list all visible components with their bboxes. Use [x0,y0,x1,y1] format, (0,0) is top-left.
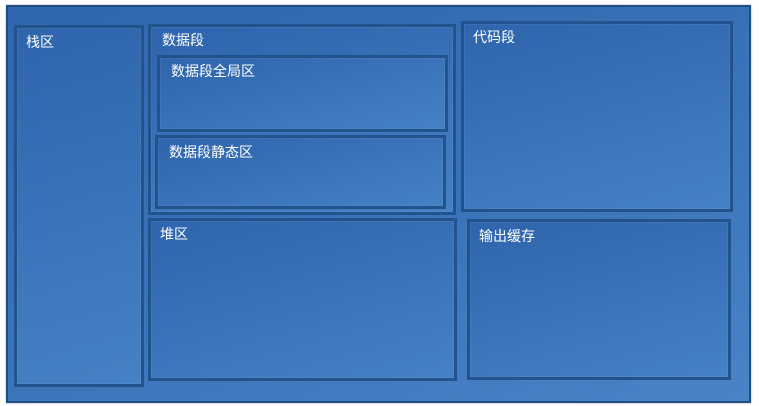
stack-region-label: 栈区 [26,35,54,51]
data-static-region: 数据段静态区 [155,135,446,209]
output-buffer-region: 输出缓存 [467,219,731,380]
heap-region: 堆区 [148,218,457,381]
data-static-label: 数据段静态区 [169,145,253,161]
code-segment-label: 代码段 [473,30,515,46]
stack-region: 栈区 [14,25,144,387]
data-segment-label: 数据段 [162,33,204,49]
data-global-label: 数据段全局区 [171,64,255,80]
code-segment-region: 代码段 [461,21,733,212]
output-buffer-label: 输出缓存 [479,229,535,245]
data-global-region: 数据段全局区 [157,55,448,132]
heap-region-label: 堆区 [160,227,188,243]
